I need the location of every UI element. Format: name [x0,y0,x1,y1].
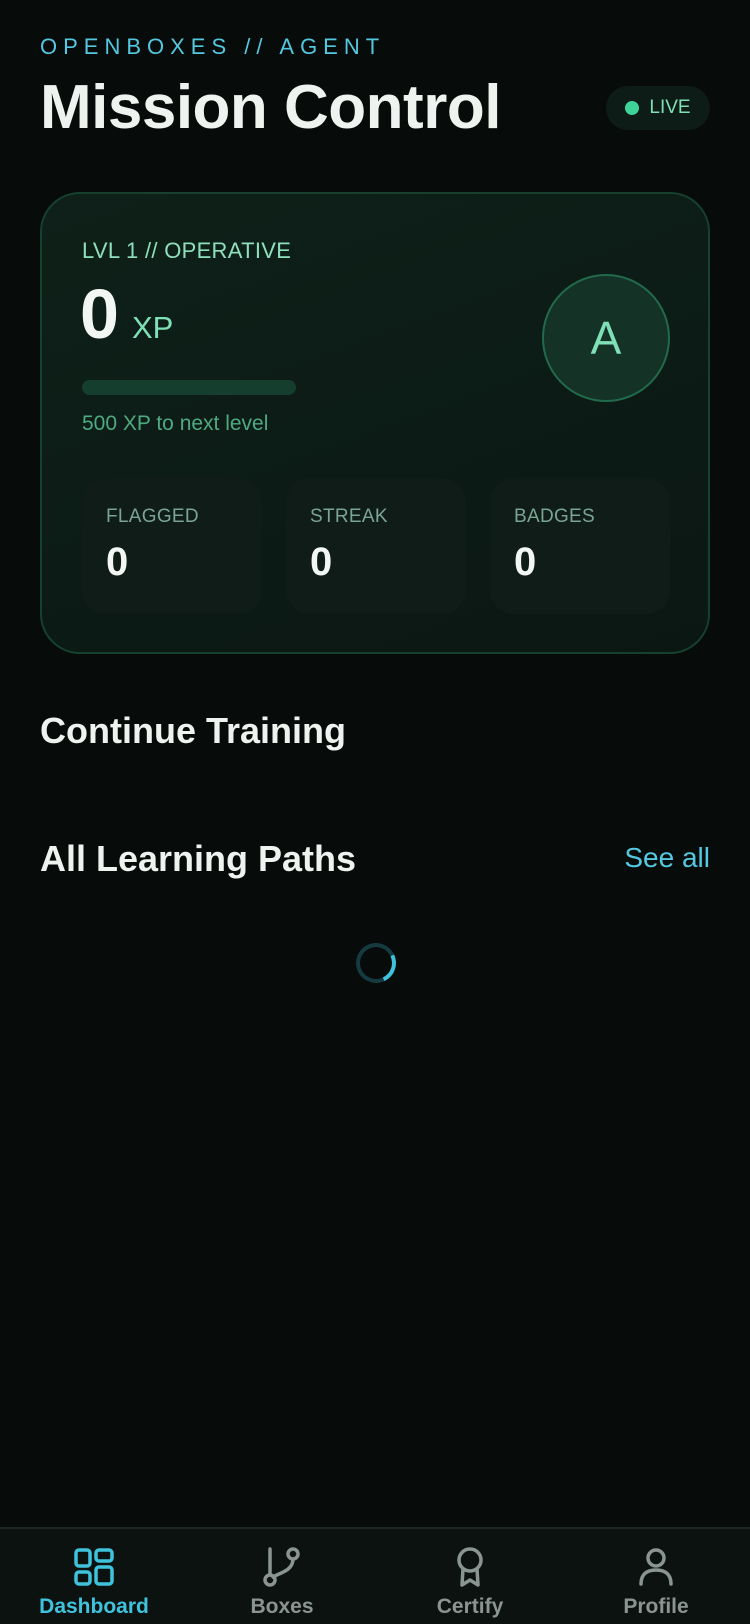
user-icon [639,1548,673,1586]
stat-value: 0 [514,540,537,584]
page-title: Mission Control [40,73,501,142]
stat-value: 0 [106,540,129,584]
xp-card: LVL 1 // OPERATIVE 0 XP 500 XP to next l… [40,192,710,654]
continue-training-heading: Continue Training [40,710,346,751]
branch-icon [263,1547,300,1587]
stat-streak: STREAK 0 [286,478,466,614]
tab-profile[interactable]: Profile [562,1529,750,1624]
avatar[interactable]: A [542,274,670,402]
xp-progress-bar [82,380,296,395]
app-eyebrow: OPENBOXES // AGENT [40,34,386,59]
level-label: LVL 1 // OPERATIVE [82,238,292,263]
tab-boxes[interactable]: Boxes [188,1529,376,1624]
stat-label: FLAGGED [106,506,199,527]
stat-label: STREAK [310,506,388,527]
stat-label: BADGES [514,506,595,527]
next-level-text: 500 XP to next level [82,412,269,435]
tab-dashboard[interactable]: Dashboard [0,1529,188,1624]
see-all-link[interactable]: See all [624,842,710,874]
bottom-tab-bar: Dashboard Boxes Certify Profile [0,1527,750,1624]
tab-label: Boxes [250,1595,314,1618]
award-icon [457,1547,483,1587]
tab-label: Certify [436,1595,504,1618]
tab-label: Profile [623,1595,689,1618]
loading-spinner-icon [350,937,402,989]
stat-flagged: FLAGGED 0 [82,478,262,614]
live-status-text: LIVE [649,97,691,118]
xp-value: 0 [80,275,119,353]
stat-badges: BADGES 0 [490,478,670,614]
live-status-badge: LIVE [606,86,710,130]
tab-certify[interactable]: Certify [376,1529,564,1624]
xp-unit: XP [132,310,174,345]
tab-label: Dashboard [39,1595,149,1618]
grid-icon [74,1548,114,1586]
app-screen: OPENBOXES // AGENT Mission Control LIVE … [0,0,750,1624]
live-dot-icon [625,101,640,115]
stat-value: 0 [310,540,333,584]
learning-paths-heading: All Learning Paths [40,838,357,879]
